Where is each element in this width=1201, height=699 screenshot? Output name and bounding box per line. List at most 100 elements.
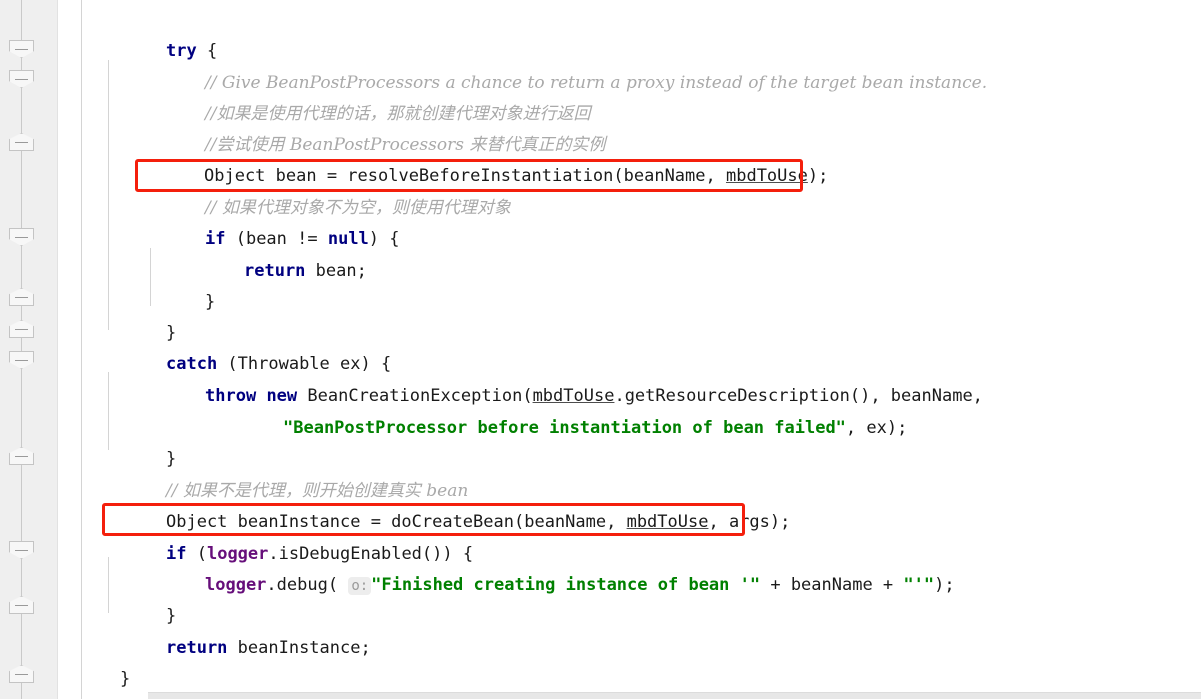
collapse-minus-icon [15, 79, 28, 80]
fold-marker-start-5[interactable] [9, 320, 34, 338]
collapse-minus-icon [15, 360, 28, 361]
line-throw-beancreationexception[interactable]: throw new BeanCreationException(mbdToUse… [205, 383, 983, 409]
indent-guide-3 [108, 557, 109, 613]
line-if-logger-isdebugenabled-token-2: logger [206, 544, 269, 564]
line-logger-debug-token-6: ); [934, 575, 955, 595]
line-logger-debug[interactable]: logger.debug( o: "Finished creating insta… [205, 572, 955, 598]
line-do-create-bean-token-0: Object beanInstance = doCreateBean(beanN… [166, 512, 627, 532]
line-throw-beancreationexception-token-1 [256, 386, 266, 406]
line-throw-beancreationexception-token-0: throw [205, 386, 257, 406]
line-try-token-0: try [166, 41, 197, 61]
line-close-try-token-0: } [166, 323, 177, 343]
line-throw-beancreationexception-token-2: new [266, 386, 298, 406]
fold-marker-start-2[interactable] [9, 133, 34, 151]
line-return-beaninstance-token-1: beanInstance; [227, 638, 371, 658]
fold-marker-start-7[interactable] [9, 447, 34, 465]
line-if-logger-isdebugenabled[interactable]: if (logger.isDebugEnabled()) { [166, 541, 473, 567]
fold-marker-end-1[interactable] [9, 70, 34, 88]
line-resolve-before-instantiation-token-1: mbdToUse [725, 166, 808, 186]
line-return-bean-token-1: bean; [305, 261, 367, 281]
line-resolve-before-instantiation[interactable]: Object bean = resolveBeforeInstantiation… [204, 163, 828, 189]
line-close-if-logger-token-0: } [166, 606, 177, 626]
line-resolve-before-instantiation-token-0: Object bean = resolveBeforeInstantiation… [204, 166, 726, 186]
fold-marker-start-10[interactable] [9, 665, 34, 683]
collapse-minus-icon [15, 297, 28, 298]
line-close-try[interactable]: } [166, 320, 176, 346]
line-do-create-bean-token-2: , args); [708, 512, 791, 532]
line-comment-cn-proxy-not-null-token-0: // 如果代理对象不为空，则使用代理对象 [205, 198, 511, 218]
line-close-if[interactable]: } [205, 289, 215, 315]
collapse-minus-icon [15, 605, 28, 606]
line-catch-throwable-token-0: catch [166, 354, 218, 374]
line-close-catch[interactable]: } [166, 446, 176, 472]
collapse-minus-icon [15, 329, 28, 330]
line-close-method-token-0: } [120, 669, 131, 689]
collapse-minus-icon [15, 237, 28, 238]
line-return-bean-token-0: return [244, 261, 306, 281]
bottom-separator [148, 692, 1201, 699]
line-exception-message-token-1: , ex); [845, 418, 908, 438]
line-throw-beancreationexception-token-3: BeanCreationException( [297, 386, 533, 406]
collapse-minus-icon [15, 674, 28, 675]
fold-marker-start-4[interactable] [9, 288, 34, 306]
line-logger-debug-token-4: + beanName + [760, 575, 904, 595]
code-folding-gutter[interactable] [0, 0, 58, 699]
line-logger-debug-token-3: "Finished creating instance of bean '" [371, 575, 761, 595]
line-if-logger-isdebugenabled-token-3: .isDebugEnabled()) { [268, 544, 474, 564]
line-if-logger-isdebugenabled-token-1: ( [186, 544, 207, 564]
line-if-bean-not-null[interactable]: if (bean != null) { [205, 226, 400, 252]
line-close-catch-token-0: } [166, 449, 177, 469]
line-close-if-logger[interactable]: } [166, 603, 176, 629]
line-comment-cn-try-use-bpp-token-0: //尝试使用 BeanPostProcessors 来替代真正的实例 [205, 135, 606, 155]
fold-spine-line [21, 0, 22, 699]
line-exception-message-token-0: "BeanPostProcessor before instantiation … [283, 418, 846, 438]
indent-guide-2 [108, 372, 109, 450]
line-return-beaninstance[interactable]: return beanInstance; [166, 635, 371, 661]
indent-guide-0 [81, 0, 82, 699]
line-catch-throwable[interactable]: catch (Throwable ex) { [166, 351, 391, 377]
line-comment-cn-proxy-create-token-0: //如果是使用代理的话，那就创建代理对象进行返回 [205, 104, 591, 124]
fold-marker-end-3[interactable] [9, 228, 34, 246]
line-comment-cn-not-proxy-token-0: // 如果不是代理，则开始创建真实 bean [166, 481, 469, 501]
fold-marker-end-0[interactable] [9, 40, 34, 58]
line-exception-message[interactable]: "BeanPostProcessor before instantiation … [283, 415, 907, 441]
line-close-if-token-0: } [205, 292, 216, 312]
line-comment-cn-proxy-not-null[interactable]: // 如果代理对象不为空，则使用代理对象 [205, 195, 511, 221]
line-comment-cn-try-use-bpp[interactable]: //尝试使用 BeanPostProcessors 来替代真正的实例 [205, 132, 605, 158]
indent-guide-4 [150, 248, 151, 306]
line-comment-give-beanpostprocessors-token-0: // Give BeanPostProcessors a chance to r… [205, 73, 988, 93]
fold-marker-start-9[interactable] [9, 596, 34, 614]
fold-marker-end-8[interactable] [9, 541, 34, 559]
line-if-bean-not-null-token-3: ) { [368, 229, 400, 249]
line-logger-debug-parameter-hint[interactable]: o: [348, 577, 372, 595]
code-text-area[interactable]: try { // Give BeanPostProcessors a chance… [58, 0, 1201, 699]
collapse-minus-icon [15, 550, 28, 551]
fold-marker-end-6[interactable] [9, 351, 34, 369]
line-close-method[interactable]: } [120, 666, 130, 692]
line-if-bean-not-null-token-0: if [205, 229, 226, 249]
line-return-bean[interactable]: return bean; [244, 258, 367, 284]
line-resolve-before-instantiation-token-2: ); [807, 166, 829, 186]
line-try[interactable]: try { [166, 38, 217, 64]
line-throw-beancreationexception-token-5: .getResourceDescription(), beanName, [614, 386, 983, 406]
line-logger-debug-token-5: "'" [903, 575, 935, 595]
line-if-bean-not-null-token-1: (bean != [225, 229, 328, 249]
line-if-bean-not-null-token-2: null [327, 229, 369, 249]
line-comment-cn-not-proxy[interactable]: // 如果不是代理，则开始创建真实 bean [166, 478, 468, 504]
line-comment-give-beanpostprocessors[interactable]: // Give BeanPostProcessors a chance to r… [205, 70, 987, 96]
line-do-create-bean-token-1: mbdToUse [626, 512, 709, 532]
line-if-logger-isdebugenabled-token-0: if [166, 544, 187, 564]
collapse-minus-icon [15, 49, 28, 50]
line-catch-throwable-token-1: (Throwable ex) { [217, 354, 392, 374]
code-editor: try { // Give BeanPostProcessors a chance… [0, 0, 1201, 699]
line-logger-debug-token-0: logger [205, 575, 267, 595]
line-return-beaninstance-token-0: return [166, 638, 228, 658]
collapse-minus-icon [15, 456, 28, 457]
indent-guide-1 [108, 60, 109, 330]
line-throw-beancreationexception-token-4: mbdToUse [532, 386, 615, 406]
collapse-minus-icon [15, 142, 28, 143]
line-try-token-1: { [196, 41, 218, 61]
line-logger-debug-token-1: .debug( [266, 575, 349, 595]
line-comment-cn-proxy-create[interactable]: //如果是使用代理的话，那就创建代理对象进行返回 [205, 101, 590, 127]
line-do-create-bean[interactable]: Object beanInstance = doCreateBean(beanN… [166, 509, 790, 535]
